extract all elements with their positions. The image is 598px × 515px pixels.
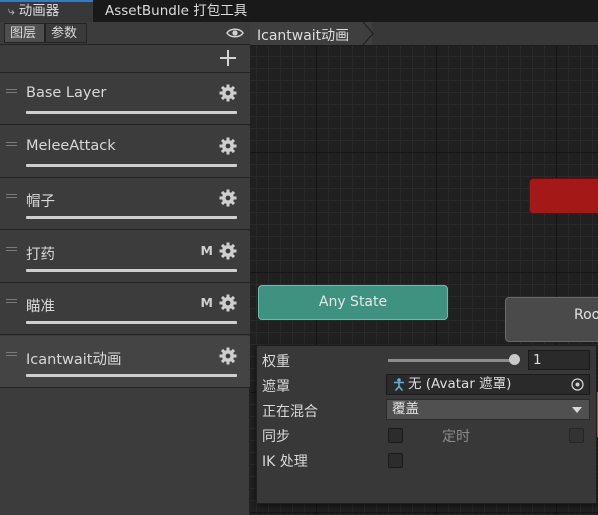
- layer-weight-bar: [26, 111, 237, 114]
- tab-layers[interactable]: 图层: [4, 23, 45, 43]
- panel-tabs: 图层 参数: [0, 22, 250, 45]
- weight-slider[interactable]: [388, 359, 517, 362]
- layer-row[interactable]: MeleeAttack: [0, 125, 250, 178]
- blending-dropdown[interactable]: 覆盖: [386, 399, 590, 420]
- layer-weight-bar: [26, 163, 237, 167]
- gear-icon[interactable]: [219, 347, 237, 365]
- tab-parameters[interactable]: 参数: [45, 23, 87, 43]
- gear-icon[interactable]: [219, 242, 237, 260]
- mask-label: 遮罩: [262, 379, 290, 395]
- gear-icon[interactable]: [219, 294, 237, 312]
- plus-icon[interactable]: [220, 50, 236, 66]
- blending-label: 正在混合: [262, 404, 318, 420]
- layer-row[interactable]: Base Layer: [0, 73, 250, 125]
- chevron-down-icon: [572, 407, 582, 413]
- layer-name: Icantwait动画: [26, 351, 122, 368]
- any-state-node[interactable]: Any State: [258, 285, 448, 320]
- layer-name: 帽子: [26, 194, 55, 210]
- weight-label: 权重: [262, 354, 290, 370]
- layer-name: 瞄准: [26, 299, 55, 315]
- ik-pass-label: IK 处理: [262, 454, 308, 470]
- layers-panel: 图层 参数 Base Layer MeleeAttack 帽子打药 M 瞄准 M Icant…: [0, 22, 250, 515]
- timing-label: 定时: [442, 429, 470, 445]
- state-node-red[interactable]: [529, 178, 598, 214]
- tab-assetbundle-label: AssetBundle 打包工具: [105, 3, 248, 19]
- gear-icon[interactable]: [219, 137, 237, 155]
- breadcrumb-label: Icantwait动画: [257, 28, 350, 44]
- layer-name: MeleeAttack: [26, 137, 116, 154]
- gear-icon[interactable]: [219, 189, 237, 207]
- layer-weight-bar: [26, 321, 237, 324]
- weight-input[interactable]: 1: [528, 350, 590, 370]
- layer-toolbar: [0, 45, 250, 73]
- drag-handle-icon[interactable]: [6, 141, 17, 148]
- window-tab-bar: ⤷ 动画器 AssetBundle 打包工具: [0, 0, 598, 22]
- drag-handle-icon[interactable]: [6, 246, 17, 253]
- layer-row[interactable]: 打药 M: [0, 230, 250, 283]
- layer-name: 打药: [26, 246, 55, 263]
- mask-badge: M: [200, 242, 213, 258]
- state-node-partial[interactable]: Roo: [505, 297, 598, 342]
- tab-animator-label: 动画器: [18, 3, 60, 19]
- weight-slider-thumb[interactable]: [509, 354, 520, 365]
- layer-weight-bar: [26, 216, 237, 219]
- blending-value: 覆盖: [392, 401, 419, 417]
- breadcrumb: Icantwait动画: [250, 22, 598, 46]
- drag-handle-icon[interactable]: [6, 194, 17, 200]
- layer-name: Base Layer: [26, 85, 107, 101]
- layer-row[interactable]: 瞄准 M: [0, 283, 250, 335]
- tab-assetbundle-builder[interactable]: AssetBundle 打包工具: [97, 0, 277, 22]
- eye-icon[interactable]: [226, 26, 244, 40]
- layer-weight-fill: [26, 268, 237, 272]
- sync-label: 同步: [262, 429, 290, 445]
- breadcrumb-item[interactable]: Icantwait动画: [250, 22, 372, 45]
- gear-icon[interactable]: [219, 84, 237, 102]
- layer-settings-popup: 权重 1 遮罩 无 (Avatar 遮罩) 正在混合 覆盖 同步 定时 IK 处…: [256, 345, 597, 504]
- avatar-mask-icon: [394, 378, 404, 391]
- animator-graph-icon: ⤷: [8, 4, 15, 18]
- layer-weight-fill: [26, 163, 237, 167]
- tab-animator[interactable]: ⤷ 动画器: [0, 0, 93, 22]
- drag-handle-icon[interactable]: [6, 299, 17, 305]
- mask-badge: M: [200, 295, 213, 310]
- layer-weight-fill: [26, 321, 237, 324]
- layer-weight-fill: [26, 111, 237, 114]
- ik-pass-checkbox[interactable]: [388, 453, 403, 468]
- layer-weight-fill: [26, 373, 237, 377]
- sync-checkbox[interactable]: [388, 428, 403, 443]
- layer-row[interactable]: 帽子: [0, 178, 250, 230]
- drag-handle-icon[interactable]: [6, 89, 17, 95]
- object-picker-icon[interactable]: [571, 378, 584, 391]
- mask-field[interactable]: 无 (Avatar 遮罩): [386, 374, 590, 395]
- layer-weight-fill: [26, 216, 237, 219]
- timing-checkbox[interactable]: [569, 428, 584, 443]
- chevron-right-icon: [362, 22, 374, 45]
- layer-weight-bar: [26, 373, 237, 377]
- layer-weight-bar: [26, 268, 237, 272]
- mask-value: 无 (Avatar 遮罩): [408, 376, 512, 392]
- layer-row[interactable]: Icantwait动画: [0, 335, 250, 388]
- drag-handle-icon[interactable]: [6, 351, 17, 358]
